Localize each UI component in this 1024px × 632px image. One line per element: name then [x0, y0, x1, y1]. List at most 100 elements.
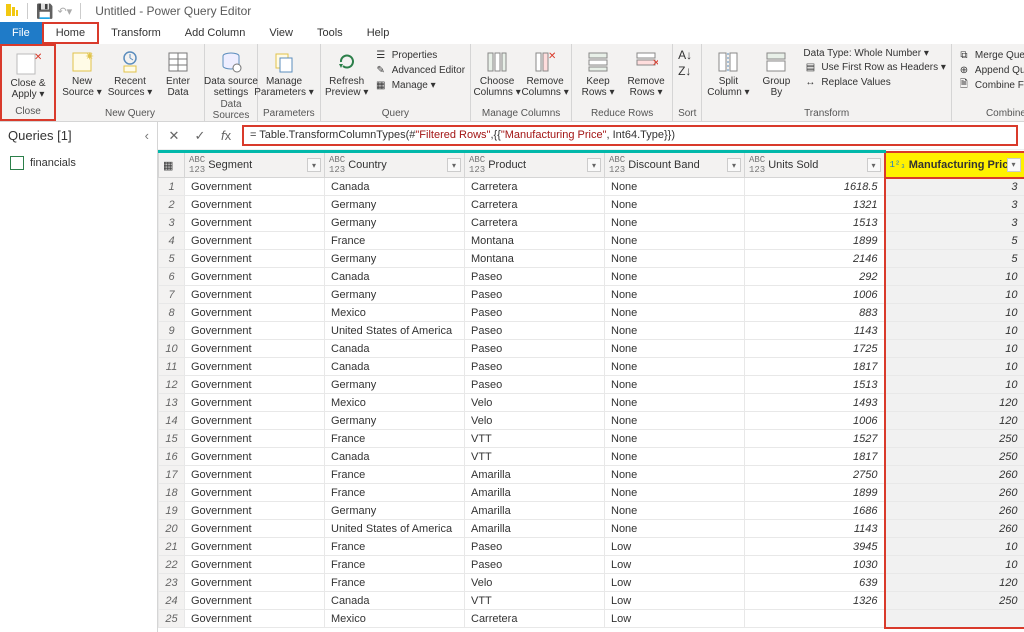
table-row[interactable]: 23GovernmentFranceVeloLow639120: [159, 574, 1024, 592]
cell-country[interactable]: France: [325, 232, 465, 250]
cell-units[interactable]: 1899: [745, 484, 885, 502]
cell-units[interactable]: 1321: [745, 196, 885, 214]
cell-discount[interactable]: None: [605, 358, 745, 376]
table-row[interactable]: 19GovernmentGermanyAmarillaNone1686260: [159, 502, 1024, 520]
cell-product[interactable]: Montana: [465, 232, 605, 250]
data-grid[interactable]: ▦ ABC123Segment▾ ABC123Country▾ ABC123Pr…: [158, 150, 1024, 632]
table-row[interactable]: 13GovernmentMexicoVeloNone1493120: [159, 394, 1024, 412]
cell-segment[interactable]: Government: [185, 448, 325, 466]
cell-country[interactable]: France: [325, 574, 465, 592]
cell-product[interactable]: Carretera: [465, 610, 605, 628]
menu-addcolumn[interactable]: Add Column: [173, 22, 258, 44]
filter-dropdown-icon[interactable]: ▾: [1007, 158, 1021, 172]
cell-segment[interactable]: Government: [185, 250, 325, 268]
cell-units[interactable]: 2750: [745, 466, 885, 484]
cell-product[interactable]: Amarilla: [465, 502, 605, 520]
table-row[interactable]: 1GovernmentCanadaCarreteraNone1618.53: [159, 178, 1024, 196]
cell-product[interactable]: Paseo: [465, 322, 605, 340]
menu-file[interactable]: File: [0, 22, 42, 44]
cell-segment[interactable]: Government: [185, 304, 325, 322]
recent-sources-button[interactable]: RecentSources ▾: [109, 48, 151, 98]
cell-discount[interactable]: None: [605, 322, 745, 340]
cell-units[interactable]: 1493: [745, 394, 885, 412]
cell-country[interactable]: Germany: [325, 502, 465, 520]
cell-mfg-price[interactable]: 5: [885, 250, 1024, 268]
cell-product[interactable]: VTT: [465, 592, 605, 610]
cell-units[interactable]: 1006: [745, 412, 885, 430]
cell-mfg-price[interactable]: 10: [885, 376, 1024, 394]
table-row[interactable]: 16GovernmentCanadaVTTNone1817250: [159, 448, 1024, 466]
cell-units[interactable]: 1326: [745, 592, 885, 610]
cell-units[interactable]: 1006: [745, 286, 885, 304]
advanced-editor-button[interactable]: ✎Advanced Editor: [374, 63, 465, 77]
cell-mfg-price[interactable]: 10: [885, 322, 1024, 340]
table-row[interactable]: 3GovernmentGermanyCarreteraNone15133: [159, 214, 1024, 232]
cell-product[interactable]: Paseo: [465, 340, 605, 358]
cell-product[interactable]: Velo: [465, 394, 605, 412]
cell-mfg-price[interactable]: 260: [885, 466, 1024, 484]
cell-segment[interactable]: Government: [185, 520, 325, 538]
table-row[interactable]: 9GovernmentUnited States of AmericaPaseo…: [159, 322, 1024, 340]
table-row[interactable]: 11GovernmentCanadaPaseoNone181710: [159, 358, 1024, 376]
cell-segment[interactable]: Government: [185, 232, 325, 250]
cell-discount[interactable]: None: [605, 178, 745, 196]
cell-discount[interactable]: Low: [605, 592, 745, 610]
filter-dropdown-icon[interactable]: ▾: [447, 158, 461, 172]
query-item-financials[interactable]: financials: [6, 153, 151, 173]
cell-product[interactable]: Velo: [465, 412, 605, 430]
cell-product[interactable]: Paseo: [465, 358, 605, 376]
cell-mfg-price[interactable]: 10: [885, 538, 1024, 556]
remove-columns-button[interactable]: ✕RemoveColumns ▾: [524, 48, 566, 98]
cell-product[interactable]: Paseo: [465, 376, 605, 394]
cell-product[interactable]: Amarilla: [465, 466, 605, 484]
remove-rows-button[interactable]: ✕RemoveRows ▾: [625, 48, 667, 98]
cell-mfg-price[interactable]: 260: [885, 520, 1024, 538]
cell-discount[interactable]: None: [605, 520, 745, 538]
table-row[interactable]: 25GovernmentMexicoCarreteraLow: [159, 610, 1024, 628]
cell-mfg-price[interactable]: 10: [885, 286, 1024, 304]
cell-country[interactable]: France: [325, 466, 465, 484]
cell-country[interactable]: France: [325, 430, 465, 448]
cell-mfg-price[interactable]: 260: [885, 502, 1024, 520]
cell-mfg-price[interactable]: 120: [885, 412, 1024, 430]
cell-product[interactable]: Velo: [465, 574, 605, 592]
cell-discount[interactable]: None: [605, 250, 745, 268]
keep-rows-button[interactable]: KeepRows ▾: [577, 48, 619, 98]
cell-country[interactable]: Canada: [325, 592, 465, 610]
menu-view[interactable]: View: [257, 22, 305, 44]
sort-asc-button[interactable]: A↓: [678, 48, 692, 62]
cell-country[interactable]: United States of America: [325, 322, 465, 340]
filter-dropdown-icon[interactable]: ▾: [587, 158, 601, 172]
cell-discount[interactable]: Low: [605, 538, 745, 556]
cell-units[interactable]: 1513: [745, 214, 885, 232]
cell-country[interactable]: Canada: [325, 448, 465, 466]
cell-mfg-price[interactable]: 3: [885, 196, 1024, 214]
table-row[interactable]: 14GovernmentGermanyVeloNone1006120: [159, 412, 1024, 430]
cell-units[interactable]: 1618.5: [745, 178, 885, 196]
cell-country[interactable]: Germany: [325, 376, 465, 394]
cell-country[interactable]: Germany: [325, 250, 465, 268]
undo-icon[interactable]: ↶▾: [57, 5, 72, 18]
cell-discount[interactable]: None: [605, 232, 745, 250]
cell-country[interactable]: Canada: [325, 358, 465, 376]
properties-button[interactable]: ☰Properties: [374, 48, 465, 62]
table-row[interactable]: 10GovernmentCanadaPaseoNone172510: [159, 340, 1024, 358]
cell-product[interactable]: Paseo: [465, 286, 605, 304]
datasource-settings-button[interactable]: Data sourcesettings: [210, 48, 252, 98]
cell-units[interactable]: 1143: [745, 520, 885, 538]
cell-units[interactable]: 1817: [745, 358, 885, 376]
column-header-manufacturing-price[interactable]: 1²₃Manufacturing Price▾: [885, 152, 1024, 178]
cell-units[interactable]: 1686: [745, 502, 885, 520]
cell-discount[interactable]: Low: [605, 574, 745, 592]
cell-mfg-price[interactable]: 3: [885, 214, 1024, 232]
sort-desc-button[interactable]: Z↓: [678, 64, 692, 78]
cell-mfg-price[interactable]: 10: [885, 268, 1024, 286]
table-row[interactable]: 7GovernmentGermanyPaseoNone100610: [159, 286, 1024, 304]
cell-country[interactable]: United States of America: [325, 520, 465, 538]
cell-product[interactable]: Amarilla: [465, 520, 605, 538]
manage-parameters-button[interactable]: ManageParameters ▾: [263, 48, 305, 98]
cell-mfg-price[interactable]: 3: [885, 178, 1024, 196]
combine-files-button[interactable]: 🗎Combine Files: [957, 78, 1024, 92]
cell-country[interactable]: Mexico: [325, 610, 465, 628]
cell-discount[interactable]: None: [605, 394, 745, 412]
